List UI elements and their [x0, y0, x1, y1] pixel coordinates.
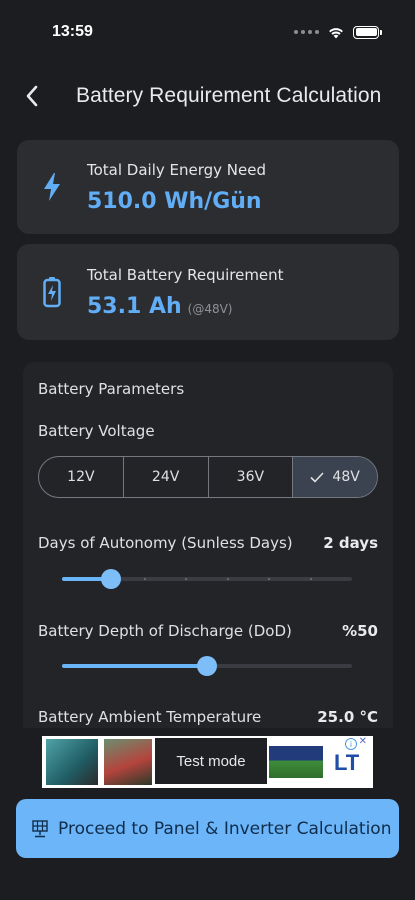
status-bar: 13:59 — [0, 0, 415, 64]
autonomy-label: Days of Autonomy (Sunless Days) — [38, 534, 293, 552]
voltage-option-12v[interactable]: 12V — [39, 457, 124, 497]
slider-tick — [309, 578, 312, 580]
battery-parameters-title: Battery Parameters — [38, 380, 185, 398]
battery-voltage-label: Battery Voltage — [38, 422, 155, 440]
signal-dots-icon — [294, 30, 319, 34]
bolt-icon — [44, 173, 60, 201]
autonomy-value: 2 days — [323, 534, 378, 552]
ad-close-icon[interactable]: ✕ — [359, 736, 367, 747]
temperature-label: Battery Ambient Temperature — [38, 708, 262, 726]
wifi-icon — [329, 27, 343, 38]
slider-tick — [226, 578, 229, 580]
status-icons — [294, 25, 382, 39]
ad-image — [104, 739, 152, 785]
dod-slider-fill — [62, 664, 207, 668]
proceed-button-label: Proceed to Panel & Inverter Calculation — [58, 818, 392, 839]
dod-label: Battery Depth of Discharge (DoD) — [38, 622, 292, 640]
voltage-segmented-control: 12V 24V 36V 48V — [38, 456, 378, 498]
battery-status-icon — [353, 25, 382, 39]
daily-energy-label: Total Daily Energy Need — [87, 160, 267, 179]
battery-requirement-value-row: 53.1 Ah (@48V) — [87, 294, 284, 319]
daily-energy-value: 510.0 Wh/Gün — [87, 188, 262, 214]
slider-tick — [143, 578, 146, 580]
test-mode-badge: Test mode — [155, 738, 267, 784]
battery-requirement-card: Total Battery Requirement 53.1 Ah (@48V) — [17, 244, 399, 340]
battery-requirement-label: Total Battery Requirement — [87, 265, 284, 284]
page-title: Battery Requirement Calculation — [76, 84, 382, 107]
battery-charging-icon — [43, 277, 61, 308]
ad-image — [46, 739, 98, 785]
dod-slider-thumb[interactable] — [197, 656, 217, 676]
ad-info-icon[interactable]: i — [345, 738, 357, 750]
battery-requirement-value: 53.1 Ah — [87, 293, 182, 319]
voltage-option-36v[interactable]: 36V — [209, 457, 294, 497]
battery-requirement-suffix: (@48V) — [187, 301, 233, 316]
voltage-option-48v[interactable]: 48V — [293, 457, 377, 497]
daily-energy-card: Total Daily Energy Need 510.0 Wh/Gün — [17, 140, 399, 234]
autonomy-slider[interactable] — [62, 567, 352, 591]
proceed-button[interactable]: Proceed to Panel & Inverter Calculation — [16, 799, 399, 858]
solar-panel-icon — [32, 819, 48, 838]
dod-slider[interactable] — [62, 654, 352, 678]
chevron-left-icon — [26, 85, 38, 107]
ad-image — [269, 746, 323, 778]
ad-logo: LT — [334, 750, 360, 775]
voltage-option-24v[interactable]: 24V — [124, 457, 209, 497]
dod-value: %50 — [342, 622, 378, 640]
back-button[interactable] — [8, 72, 56, 120]
battery-parameters-panel: Battery Parameters Battery Voltage 12V 2… — [23, 362, 393, 728]
temperature-value: 25.0 °C — [317, 708, 378, 726]
nav-bar: Battery Requirement Calculation — [0, 72, 415, 120]
autonomy-slider-thumb[interactable] — [101, 569, 122, 589]
status-time: 13:59 — [52, 23, 93, 40]
checkmark-icon — [310, 471, 325, 483]
